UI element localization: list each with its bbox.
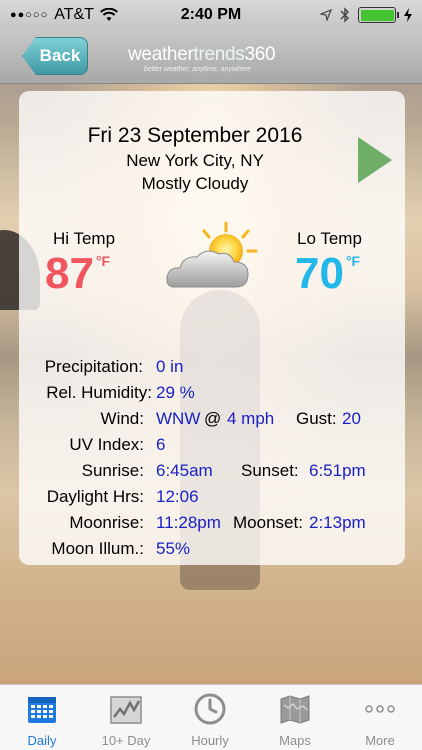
lo-temp-display: 70 °F xyxy=(295,249,360,299)
uv-index-value: 6 xyxy=(156,435,166,454)
humidity-label: Rel. Humidity: xyxy=(46,383,152,402)
logo-part-trends: trends xyxy=(193,44,245,65)
weathertrends-logo: weathertrends360 better weather, anytime… xyxy=(128,44,298,80)
forecast-date: Fri 23 September 2016 xyxy=(87,124,303,147)
status-left: ●●○○○ AT&T xyxy=(10,6,118,24)
sunrise-value: 6:45am xyxy=(156,461,213,480)
status-bar: ●●○○○ AT&T 2:40 PM xyxy=(0,0,422,30)
bluetooth-icon xyxy=(340,7,349,23)
hi-temp-unit: °F xyxy=(95,253,111,269)
tab-daily-label: Daily xyxy=(27,733,57,748)
sunset-label: Sunset: xyxy=(241,461,299,480)
moonrise-value: 11:28pm xyxy=(156,513,221,532)
precipitation-value: 0 in xyxy=(156,357,184,376)
logo-wordmark: weathertrends360 xyxy=(128,44,298,66)
navigation-bar: Back weathertrends360 better weather, an… xyxy=(0,30,422,84)
moon-illumination-value: 55% xyxy=(156,539,191,558)
tab-more-label: More xyxy=(365,733,395,748)
back-button[interactable]: Back xyxy=(22,37,88,75)
hi-temp-label: Hi Temp xyxy=(53,229,116,248)
hi-temp-value: 87 xyxy=(45,249,94,298)
moon-illumination-label: Moon Illum.: xyxy=(51,539,144,558)
more-dots-icon xyxy=(365,705,395,713)
partly-cloudy-icon xyxy=(166,221,258,288)
tab-maps[interactable]: Maps xyxy=(253,685,337,750)
gust-label: Gust: xyxy=(296,409,337,428)
sunset-value: 6:51pm xyxy=(309,461,366,480)
tab-10-day[interactable]: 10+ Day xyxy=(84,685,168,750)
tab-daily[interactable]: Daily xyxy=(0,685,84,750)
lo-temp-unit: °F xyxy=(345,253,361,269)
status-right xyxy=(320,7,412,23)
humidity-value: 29 % xyxy=(156,383,195,402)
logo-part-360: 360 xyxy=(244,44,276,65)
clock-icon xyxy=(194,693,226,725)
logo-part-weather: weather xyxy=(128,44,194,65)
calendar-icon xyxy=(28,697,56,723)
wind-label: Wind: xyxy=(100,409,144,428)
forecast-condition: Mostly Cloudy xyxy=(141,174,249,193)
precipitation-label: Precipitation: xyxy=(44,357,143,376)
daylight-hours-label: Daylight Hrs: xyxy=(46,487,144,506)
moonset-label: Moonset: xyxy=(233,513,303,532)
daylight-hours-value: 12:06 xyxy=(156,487,199,506)
gust-value: 20 xyxy=(342,409,361,428)
map-icon xyxy=(280,695,310,724)
next-day-arrow-icon[interactable] xyxy=(358,137,392,183)
moonset-value: 2:13pm xyxy=(309,513,366,532)
trend-chart-icon xyxy=(110,696,142,724)
location-arrow-icon xyxy=(320,9,332,21)
wind-direction-value: WNW xyxy=(156,409,201,428)
carrier-label: AT&T xyxy=(54,6,94,23)
wifi-icon xyxy=(100,8,118,21)
forecast-location: New York City, NY xyxy=(126,151,264,170)
battery-fill xyxy=(360,9,394,21)
lo-temp-value: 70 xyxy=(295,249,344,298)
wind-at-symbol: @ xyxy=(204,409,222,428)
moonrise-label: Moonrise: xyxy=(69,513,144,532)
battery-icon xyxy=(358,7,399,23)
hi-temp-display: 87 °F xyxy=(45,249,110,299)
charging-bolt-icon xyxy=(404,8,412,22)
tab-hourly[interactable]: Hourly xyxy=(168,685,252,750)
sunrise-label: Sunrise: xyxy=(81,461,144,480)
uv-index-label: UV Index: xyxy=(69,435,144,454)
tab-more[interactable]: More xyxy=(338,685,422,750)
daily-forecast-card: Fri 23 September 2016 New York City, NY … xyxy=(19,91,405,565)
signal-strength-icon: ●●○○○ xyxy=(10,9,49,21)
logo-tagline: better weather, anytime, anywhere xyxy=(144,66,252,73)
wind-speed-value: 4 mph xyxy=(227,409,275,428)
tab-hourly-label: Hourly xyxy=(191,733,229,748)
lo-temp-label: Lo Temp xyxy=(297,229,362,248)
bottom-tab-bar: Daily 10+ Day Hourly Maps More xyxy=(0,684,422,750)
tab-maps-label: Maps xyxy=(279,733,311,748)
tab-10-day-label: 10+ Day xyxy=(101,733,151,748)
